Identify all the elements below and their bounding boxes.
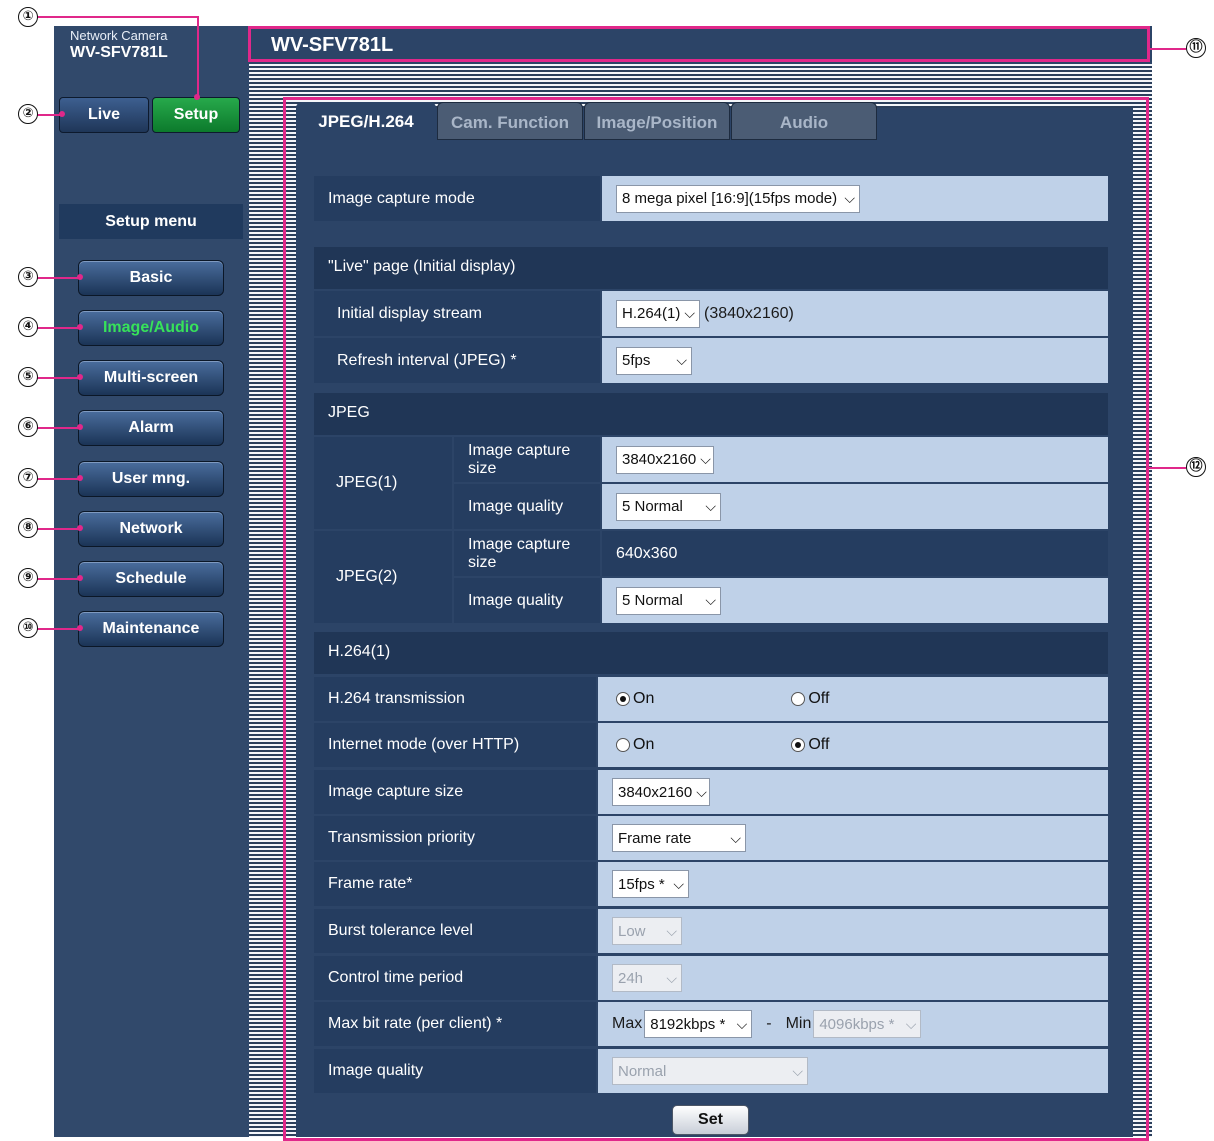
callout-3-leader xyxy=(36,277,80,279)
callout-4-leader xyxy=(36,327,80,329)
callout-3: ③ xyxy=(18,267,38,287)
callout-6-leader xyxy=(36,427,80,429)
camera-model: WV-SFV781L xyxy=(70,44,168,61)
callout-11: ⑪ xyxy=(1186,38,1206,58)
callout-2-dot xyxy=(59,111,65,117)
callout-9: ⑨ xyxy=(18,568,38,588)
callout-7-leader xyxy=(36,478,80,480)
callout-12: ⑫ xyxy=(1186,457,1206,477)
callout-1-leader xyxy=(36,16,199,18)
callout-10: ⑩ xyxy=(18,618,38,638)
callout-1-dot xyxy=(194,94,200,100)
camera-header: Network Camera WV-SFV781L xyxy=(54,26,249,68)
title-highlight-box xyxy=(248,26,1150,62)
callout-4-dot xyxy=(77,324,83,330)
callout-7: ⑦ xyxy=(18,468,38,488)
callout-7-dot xyxy=(77,475,83,481)
menu-image-audio-button[interactable]: Image/Audio xyxy=(78,310,224,346)
camera-subtitle: Network Camera xyxy=(70,28,168,43)
callout-8-dot xyxy=(77,525,83,531)
callout-5-leader xyxy=(36,377,80,379)
menu-basic-button[interactable]: Basic xyxy=(78,260,224,296)
callout-6: ⑥ xyxy=(18,417,38,437)
callout-6-dot xyxy=(77,424,83,430)
setup-button[interactable]: Setup xyxy=(152,97,240,133)
live-button[interactable]: Live xyxy=(59,97,149,133)
callout-8: ⑧ xyxy=(18,518,38,538)
callout-5: ⑤ xyxy=(18,367,38,387)
callout-5-dot xyxy=(77,374,83,380)
menu-maintenance-button[interactable]: Maintenance xyxy=(78,611,224,647)
menu-user-mng-button[interactable]: User mng. xyxy=(78,461,224,497)
callout-4: ④ xyxy=(18,317,38,337)
callout-8-leader xyxy=(36,528,80,530)
callout-2: ② xyxy=(18,104,38,124)
setup-menu-heading: Setup menu xyxy=(59,204,243,239)
callout-9-dot xyxy=(77,575,83,581)
callout-3-dot xyxy=(77,274,83,280)
callout-10-dot xyxy=(77,625,83,631)
callout-9-leader xyxy=(36,578,80,580)
callout-10-leader xyxy=(36,628,80,630)
menu-network-button[interactable]: Network xyxy=(78,511,224,547)
menu-schedule-button[interactable]: Schedule xyxy=(78,561,224,597)
callout-12-leader xyxy=(1148,467,1186,469)
menu-multi-screen-button[interactable]: Multi-screen xyxy=(78,360,224,396)
callout-11-leader xyxy=(1150,48,1186,50)
callout-1: ① xyxy=(18,7,38,27)
menu-alarm-button[interactable]: Alarm xyxy=(78,410,224,446)
settings-highlight-box xyxy=(283,97,1149,1141)
callout-1-leader-vertical xyxy=(197,16,199,96)
